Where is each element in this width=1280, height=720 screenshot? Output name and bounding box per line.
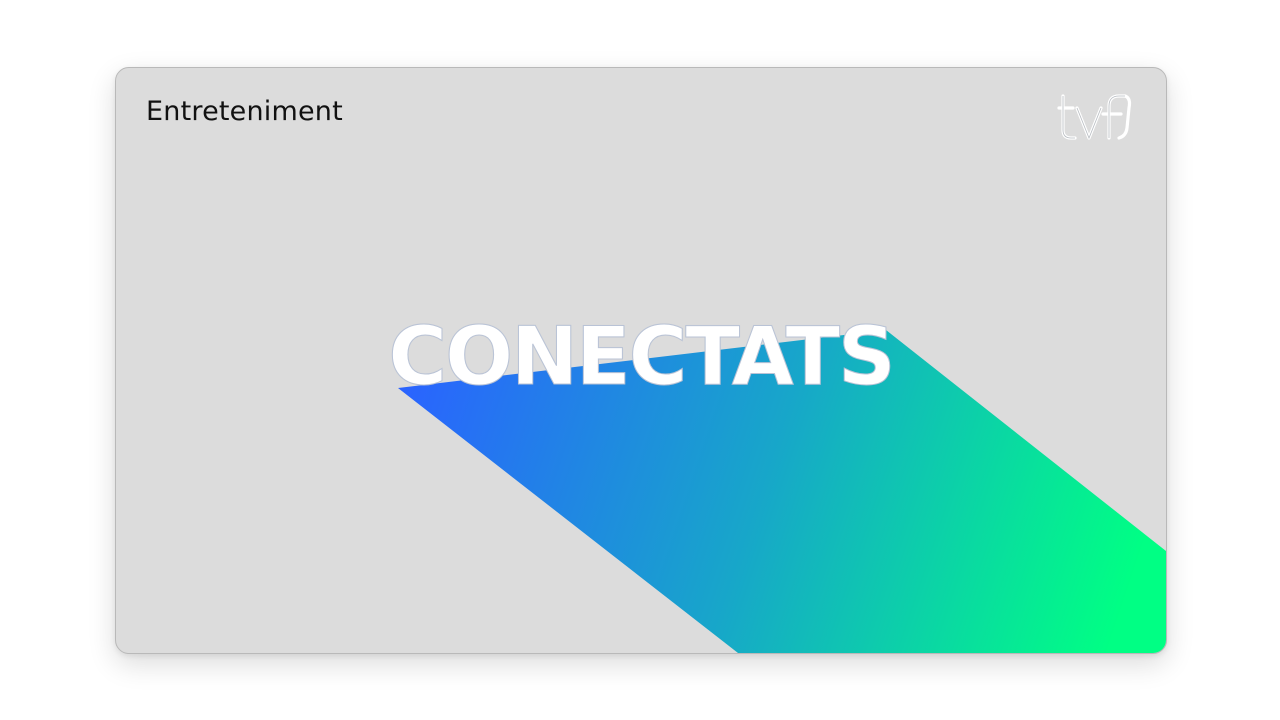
program-card[interactable]: Entreteniment CONECTATS (115, 67, 1167, 654)
category-label: Entreteniment (146, 96, 343, 127)
program-title: CONECTATS (388, 310, 896, 403)
tvf-logo-icon (1057, 94, 1132, 140)
page: Entreteniment CONECTATS (0, 0, 1280, 720)
